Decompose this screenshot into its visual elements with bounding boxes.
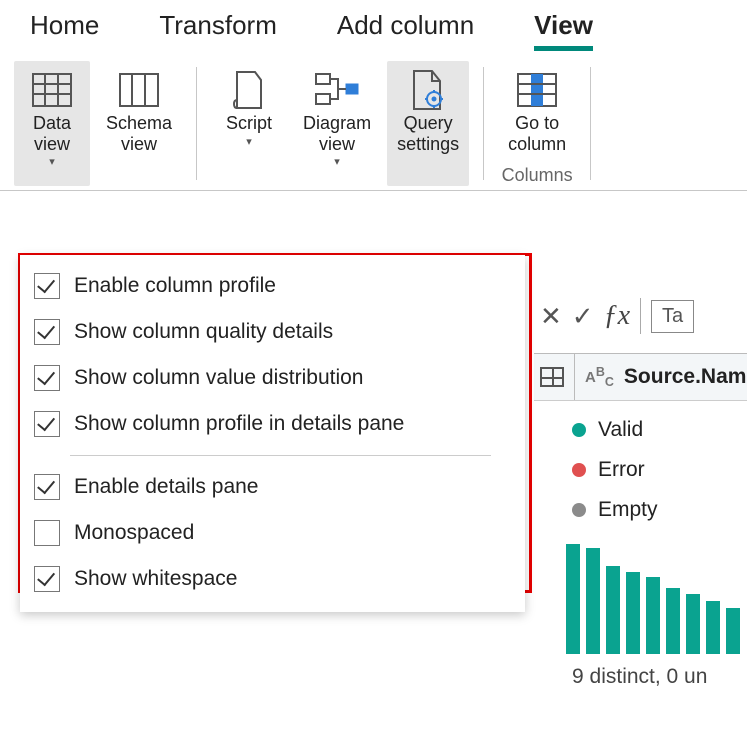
opt-show-value-distribution[interactable]: Show column value distribution bbox=[30, 355, 515, 401]
goto-column-button[interactable]: Go to column bbox=[498, 61, 576, 161]
goto-column-icon bbox=[517, 67, 557, 113]
tab-transform[interactable]: Transform bbox=[159, 10, 277, 47]
opt-label: Enable details pane bbox=[74, 475, 258, 499]
distribution-bar bbox=[626, 572, 640, 655]
formula-token[interactable]: Ta bbox=[651, 300, 694, 333]
opt-enable-column-profile[interactable]: Enable column profile bbox=[30, 263, 515, 309]
value-distribution-chart bbox=[566, 544, 740, 654]
tab-home[interactable]: Home bbox=[30, 10, 99, 47]
diagram-view-button[interactable]: Diagram view ▾ bbox=[293, 61, 381, 186]
fx-icon[interactable]: ƒx bbox=[604, 300, 630, 332]
table-select-icon[interactable] bbox=[540, 367, 564, 387]
empty-dot-icon bbox=[572, 503, 586, 517]
distribution-bar bbox=[586, 548, 600, 654]
chevron-down-icon: ▾ bbox=[303, 156, 371, 169]
checkbox-icon bbox=[34, 411, 60, 437]
dropdown-separator bbox=[70, 455, 491, 456]
query-settings-button[interactable]: Query settings bbox=[387, 61, 469, 186]
ribbon-separator bbox=[483, 67, 484, 180]
data-view-dropdown: Enable column profile Show column qualit… bbox=[20, 255, 525, 612]
valid-dot-icon bbox=[572, 423, 586, 437]
distribution-bar bbox=[686, 594, 700, 655]
query-settings-label: Query settings bbox=[397, 113, 459, 157]
tab-view[interactable]: View bbox=[534, 10, 593, 47]
checkbox-icon bbox=[34, 520, 60, 546]
chevron-down-icon: ▾ bbox=[33, 156, 71, 169]
diagram-view-label: Diagram view bbox=[303, 113, 371, 154]
opt-show-quality-details[interactable]: Show column quality details bbox=[30, 309, 515, 355]
checkbox-icon bbox=[34, 273, 60, 299]
distribution-bar bbox=[646, 577, 660, 654]
error-dot-icon bbox=[572, 463, 586, 477]
distribution-bar bbox=[566, 544, 580, 654]
schema-view-button[interactable]: Schema view bbox=[96, 61, 182, 186]
accept-icon[interactable]: ✓ bbox=[572, 301, 594, 332]
checkbox-icon bbox=[34, 365, 60, 391]
distribution-summary: 9 distinct, 0 un bbox=[572, 665, 707, 689]
distribution-bar bbox=[666, 588, 680, 654]
opt-label: Show column quality details bbox=[74, 320, 333, 344]
data-view-label: Data view bbox=[33, 113, 71, 154]
column-type-icon: ABC bbox=[585, 365, 614, 389]
column-name: Source.Nam bbox=[624, 365, 747, 389]
script-button[interactable]: Script ▾ bbox=[211, 61, 287, 186]
opt-monospaced[interactable]: Monospaced bbox=[30, 510, 515, 556]
diagram-icon bbox=[314, 67, 360, 113]
opt-label: Show column value distribution bbox=[74, 366, 364, 390]
opt-label: Enable column profile bbox=[74, 274, 276, 298]
ribbon-separator bbox=[196, 67, 197, 180]
script-label: Script bbox=[226, 113, 272, 134]
tab-add-column[interactable]: Add column bbox=[337, 10, 474, 47]
goto-column-label: Go to column bbox=[508, 113, 566, 157]
ribbon-view: Data view ▾ Schema view Script ▾ Diagram v… bbox=[0, 53, 747, 190]
columns-group-caption: Columns bbox=[498, 161, 576, 186]
checkbox-icon bbox=[34, 319, 60, 345]
opt-label: Monospaced bbox=[74, 521, 194, 545]
distribution-bar bbox=[706, 601, 720, 654]
data-view-button[interactable]: Data view ▾ bbox=[14, 61, 90, 186]
column-header[interactable]: ABC Source.Nam bbox=[534, 353, 747, 401]
valid-label: Valid bbox=[598, 410, 643, 450]
empty-label: Empty bbox=[598, 490, 658, 530]
checkbox-icon bbox=[34, 474, 60, 500]
opt-show-profile-in-pane[interactable]: Show column profile in details pane bbox=[30, 401, 515, 447]
chevron-down-icon: ▾ bbox=[226, 136, 272, 149]
cancel-icon[interactable]: ✕ bbox=[540, 301, 562, 332]
opt-label: Show column profile in details pane bbox=[74, 412, 404, 436]
distribution-bar bbox=[606, 566, 620, 654]
opt-enable-details-pane[interactable]: Enable details pane bbox=[30, 464, 515, 510]
formula-input[interactable] bbox=[640, 298, 641, 334]
opt-label: Show whitespace bbox=[74, 567, 237, 591]
distribution-bar bbox=[726, 608, 740, 654]
script-icon bbox=[233, 67, 265, 113]
column-quality-summary: Valid Error Empty bbox=[572, 410, 658, 530]
document-gear-icon bbox=[410, 67, 446, 113]
opt-show-whitespace[interactable]: Show whitespace bbox=[30, 556, 515, 602]
checkbox-icon bbox=[34, 566, 60, 592]
table-icon bbox=[32, 67, 72, 113]
error-label: Error bbox=[598, 450, 645, 490]
schema-view-label: Schema view bbox=[106, 113, 172, 157]
columns-icon bbox=[119, 67, 159, 113]
ribbon-separator bbox=[590, 67, 591, 180]
formula-bar: ✕ ✓ ƒx Ta bbox=[540, 298, 694, 334]
